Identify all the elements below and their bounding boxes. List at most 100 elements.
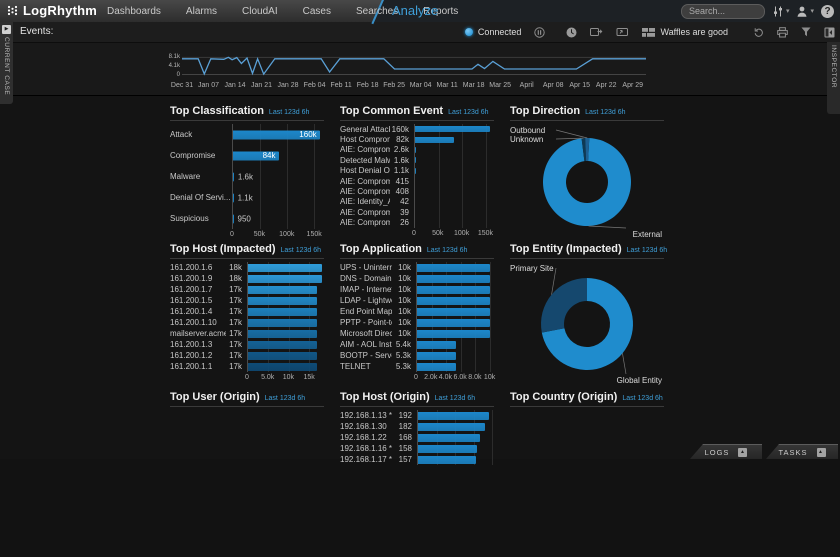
bar[interactable] xyxy=(418,412,489,420)
bar-value: 18k xyxy=(226,263,247,272)
inspector-tab[interactable]: INSPECTOR xyxy=(827,42,840,114)
bar[interactable] xyxy=(248,264,322,272)
chart-title: Top Entity (Impacted) xyxy=(510,243,622,255)
bar-track xyxy=(414,218,494,228)
bar[interactable] xyxy=(417,319,490,327)
leader-line xyxy=(589,226,626,228)
tasks-tab[interactable]: TASKS ▲ xyxy=(766,444,838,459)
chart-title: Top Host (Origin) xyxy=(340,391,430,403)
chart-title: Top Direction xyxy=(510,105,580,117)
bar[interactable] xyxy=(417,297,490,305)
nav-item-cloudai[interactable]: CloudAI xyxy=(242,6,278,17)
bar[interactable] xyxy=(415,157,416,163)
bar-row: 192.168.1.17 *157 xyxy=(340,454,494,465)
bar[interactable] xyxy=(415,137,454,143)
gridline xyxy=(462,166,463,176)
pause-icon[interactable] xyxy=(534,27,545,38)
bar[interactable] xyxy=(418,434,480,442)
nav-item-dashboards[interactable]: Dashboards xyxy=(107,6,161,17)
nav-item-alarms[interactable]: Alarms xyxy=(186,6,217,17)
gridline xyxy=(439,197,440,207)
bar[interactable] xyxy=(415,168,416,174)
bar-category-label: BOOTP - Server xyxy=(340,351,392,360)
bar-category-label: 161.200.1.1 xyxy=(170,362,226,371)
timeline-svg[interactable] xyxy=(182,55,646,76)
bar[interactable]: 160k xyxy=(233,130,320,139)
gridline xyxy=(492,410,493,421)
pop-out-icon[interactable] xyxy=(590,27,603,37)
clock-icon[interactable] xyxy=(566,27,577,38)
gridline xyxy=(439,218,440,228)
bar-row: 192.168.1.22168 xyxy=(340,432,494,443)
bar-track xyxy=(416,284,494,295)
bar-row: 161.200.1.618k xyxy=(170,262,324,273)
collapse-panel-icon[interactable] xyxy=(824,27,835,38)
bar[interactable] xyxy=(418,445,477,453)
axis-tick-label: 150k xyxy=(478,230,493,237)
axis-tick-label: 8.0k xyxy=(468,374,481,381)
bar[interactable]: 84k xyxy=(233,151,279,160)
gridline xyxy=(462,145,463,155)
bar-category-label: Suspicious xyxy=(170,214,232,223)
bar[interactable] xyxy=(417,286,490,294)
bar-category-label: 161.200.1.5 xyxy=(170,296,226,305)
bar[interactable] xyxy=(417,275,490,283)
bar[interactable] xyxy=(417,341,456,349)
donut-slice[interactable] xyxy=(541,278,587,333)
bar-value: 39 xyxy=(390,208,414,217)
bar[interactable] xyxy=(248,286,317,294)
bar-row: 161.200.1.317k xyxy=(170,339,324,350)
chart-card-top-common-event: Top Common EventLast 123d 6h General Att… xyxy=(332,101,502,239)
connection-status: Connected xyxy=(465,27,522,37)
bar-category-label: AIE: Compromi... xyxy=(340,208,390,217)
gridline xyxy=(492,421,493,432)
bar[interactable] xyxy=(248,352,317,360)
bar-row: BOOTP - Server5.3k xyxy=(340,350,494,361)
nav-item-cases[interactable]: Cases xyxy=(303,6,331,17)
bar[interactable] xyxy=(248,297,317,305)
bar[interactable] xyxy=(248,308,317,316)
filter-icon[interactable] xyxy=(801,27,811,37)
bar[interactable] xyxy=(418,423,485,431)
bar-value: 5.4k xyxy=(392,340,416,349)
search-input[interactable] xyxy=(681,4,765,19)
gridline xyxy=(490,339,491,350)
nav-item-analyze[interactable]: Analyze xyxy=(392,3,438,18)
bar[interactable] xyxy=(417,308,490,316)
dashboard-layout-name[interactable]: Waffles are good xyxy=(660,27,728,37)
bar[interactable] xyxy=(418,456,476,464)
bar[interactable] xyxy=(415,126,490,132)
chart-card-top-direction: Top DirectionLast 123d 6h OutboundUnknow… xyxy=(502,101,672,239)
bar[interactable] xyxy=(417,352,456,360)
bar-track xyxy=(416,328,494,339)
bar-category-label: 192.168.1.16 * xyxy=(340,444,396,453)
bar[interactable] xyxy=(415,147,416,153)
filter-settings-control[interactable]: ▾ xyxy=(772,6,790,17)
bar[interactable] xyxy=(248,319,317,327)
chart-subtitle: Last 123d 6h xyxy=(427,247,467,254)
bar-category-label: LDAP - Lightwe... xyxy=(340,296,392,305)
layout-grid-icon[interactable] xyxy=(642,28,655,37)
bar[interactable] xyxy=(248,330,317,338)
user-menu[interactable]: ▾ xyxy=(796,6,814,17)
bar-track xyxy=(416,306,494,317)
help-icon[interactable]: ? xyxy=(821,5,834,18)
screen-share-icon[interactable] xyxy=(616,27,629,37)
current-case-tab[interactable]: ▶ CURRENT CASE xyxy=(0,22,13,104)
bar[interactable] xyxy=(417,330,490,338)
logs-tab[interactable]: LOGS ▲ xyxy=(690,444,762,459)
bar[interactable] xyxy=(417,363,456,371)
bar[interactable] xyxy=(417,264,490,272)
bar-track xyxy=(417,410,494,421)
expand-tasks-icon: ▲ xyxy=(817,448,826,457)
gridline xyxy=(490,317,491,328)
print-icon[interactable] xyxy=(777,27,788,38)
bar[interactable] xyxy=(248,341,317,349)
gridline xyxy=(492,432,493,443)
undo-icon[interactable] xyxy=(753,27,764,38)
bar[interactable] xyxy=(248,275,322,283)
axis-tick-label: 150k xyxy=(307,231,322,238)
gridline xyxy=(486,186,487,196)
events-timeline-chart[interactable]: 8.1k4.1k0Dec 31Jan 07Jan 14Jan 21Jan 28F… xyxy=(168,55,646,91)
bar[interactable] xyxy=(248,363,317,371)
